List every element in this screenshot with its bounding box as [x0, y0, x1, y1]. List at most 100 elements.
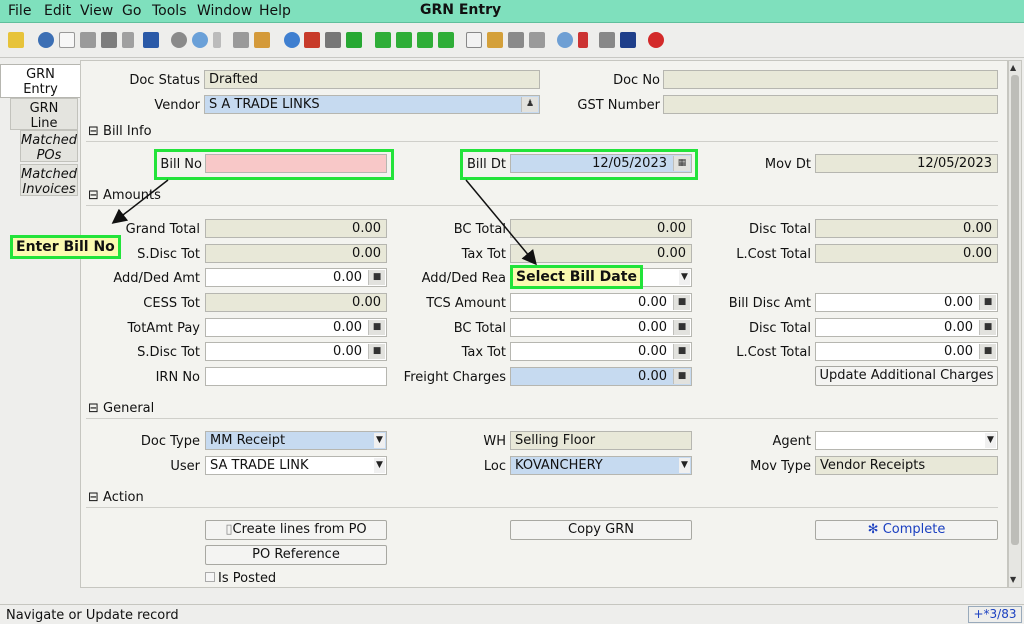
- user-select[interactable]: SA TRADE LINK ▼: [205, 456, 387, 475]
- chevron-down-icon[interactable]: ▼: [374, 458, 385, 473]
- attachment-icon[interactable]: [213, 32, 221, 48]
- calculator-icon[interactable]: ■: [979, 344, 996, 359]
- lcost-total-2-label: L.Cost Total: [736, 345, 811, 360]
- update-additional-charges-button[interactable]: Update Additional Charges: [815, 366, 998, 386]
- grid-toggle-icon[interactable]: [254, 32, 270, 48]
- home-icon[interactable]: [304, 32, 320, 48]
- delete-selection-icon[interactable]: [122, 32, 134, 48]
- calculator-icon[interactable]: ■: [673, 344, 690, 359]
- chevron-down-icon[interactable]: ▼: [679, 270, 690, 285]
- tab-matched-pos[interactable]: Matched POs: [20, 130, 78, 163]
- loc-select[interactable]: KOVANCHERY ▼: [510, 456, 692, 475]
- calculator-icon[interactable]: ■: [368, 320, 385, 335]
- complete-button[interactable]: ✻ Complete: [815, 520, 998, 540]
- freight-charges-input[interactable]: 0.00 ■: [510, 367, 692, 386]
- lcost-total-2-input[interactable]: 0.00 ■: [815, 342, 998, 361]
- user-label: User: [170, 459, 200, 474]
- calculator-icon[interactable]: ■: [979, 295, 996, 310]
- disc-total-2-input[interactable]: 0.00 ■: [815, 318, 998, 337]
- menu-file[interactable]: File: [8, 3, 31, 19]
- menu-tools[interactable]: Tools: [152, 3, 187, 19]
- sdisc-tot-2-input[interactable]: 0.00 ■: [205, 342, 387, 361]
- mov-dt-field: 12/05/2023: [815, 154, 998, 173]
- mov-type-field: Vendor Receipts: [815, 456, 998, 475]
- vendor-field[interactable]: S A TRADE LINKS ♟: [204, 95, 540, 114]
- section-action[interactable]: ⊟ Action: [86, 488, 998, 508]
- product-info-icon[interactable]: [620, 32, 636, 48]
- exit-icon[interactable]: [648, 32, 664, 48]
- calculator-icon[interactable]: ■: [368, 270, 385, 285]
- report-icon[interactable]: [466, 32, 482, 48]
- toolbar: [0, 24, 1024, 58]
- help-icon[interactable]: [38, 32, 54, 48]
- save-icon[interactable]: [143, 32, 159, 48]
- totamt-pay-input[interactable]: 0.00 ■: [205, 318, 387, 337]
- chevron-down-icon[interactable]: ▼: [374, 433, 385, 448]
- delete-icon[interactable]: [101, 32, 117, 48]
- history-icon[interactable]: [284, 32, 300, 48]
- lcost-total-field: 0.00: [815, 244, 998, 263]
- bc-total-label: BC Total: [453, 222, 506, 237]
- copy-grn-button[interactable]: Copy GRN: [510, 520, 692, 540]
- next-record-icon[interactable]: [417, 32, 433, 48]
- section-general[interactable]: ⊟ General: [86, 399, 998, 419]
- add-ded-amt-input[interactable]: 0.00 ■: [205, 268, 387, 287]
- calculator-icon[interactable]: ■: [368, 344, 385, 359]
- doc-no-field: [663, 70, 998, 89]
- menu-go[interactable]: Go: [122, 3, 141, 19]
- last-record-icon[interactable]: [438, 32, 454, 48]
- calculator-icon[interactable]: ■: [673, 369, 690, 384]
- irn-no-input[interactable]: [205, 367, 387, 386]
- menu-edit[interactable]: Edit: [44, 3, 71, 19]
- print-preview-icon[interactable]: [529, 32, 545, 48]
- archive-icon[interactable]: [487, 32, 503, 48]
- bc-total-2-input[interactable]: 0.00 ■: [510, 318, 692, 337]
- calculator-icon[interactable]: ■: [979, 320, 996, 335]
- new-icon[interactable]: [59, 32, 75, 48]
- forward-icon[interactable]: [346, 32, 362, 48]
- bill-disc-amt-input[interactable]: 0.00 ■: [815, 293, 998, 312]
- vendor-lookup-icon[interactable]: ♟: [521, 97, 538, 112]
- refresh-icon[interactable]: [171, 32, 187, 48]
- first-record-icon[interactable]: [375, 32, 391, 48]
- wh-field: Selling Floor: [510, 431, 692, 450]
- tab-grn-entry[interactable]: GRN Entry: [0, 64, 80, 98]
- menu-window[interactable]: Window: [197, 3, 252, 19]
- calculator-icon[interactable]: ■: [673, 295, 690, 310]
- tcs-amount-input[interactable]: 0.00 ■: [510, 293, 692, 312]
- calculator-icon[interactable]: ■: [673, 320, 690, 335]
- section-bill-info[interactable]: ⊟ Bill Info: [86, 122, 998, 142]
- previous-record-icon[interactable]: [396, 32, 412, 48]
- chat-icon[interactable]: [233, 32, 249, 48]
- record-count[interactable]: +*3/83: [968, 606, 1022, 623]
- workflow-icon[interactable]: [578, 32, 588, 48]
- vertical-scrollbar[interactable]: ▲ ▼: [1008, 60, 1022, 588]
- agent-select[interactable]: ▼: [815, 431, 998, 450]
- po-reference-button[interactable]: PO Reference: [205, 545, 387, 565]
- menu-help[interactable]: Help: [259, 3, 291, 19]
- doc-type-select[interactable]: MM Receipt ▼: [205, 431, 387, 450]
- copy-icon[interactable]: [80, 32, 96, 48]
- lcost-total-label: L.Cost Total: [736, 247, 811, 262]
- is-posted-checkbox[interactable]: [205, 572, 215, 582]
- section-amounts[interactable]: ⊟ Amounts: [86, 186, 998, 206]
- tab-matched-invoices[interactable]: Matched Invoices: [20, 164, 78, 197]
- menu-view[interactable]: View: [80, 3, 113, 19]
- scroll-thumb[interactable]: [1011, 75, 1019, 545]
- scroll-up-icon[interactable]: ▲: [1010, 63, 1016, 72]
- chevron-down-icon[interactable]: ▼: [985, 433, 996, 448]
- chevron-down-icon[interactable]: ▼: [679, 458, 690, 473]
- print-icon[interactable]: [508, 32, 524, 48]
- request-icon[interactable]: [599, 32, 615, 48]
- tax-tot-2-input[interactable]: 0.00 ■: [510, 342, 692, 361]
- gst-number-label: GST Number: [577, 98, 660, 113]
- document-icon: ▯: [225, 522, 233, 537]
- scroll-down-icon[interactable]: ▼: [1010, 575, 1016, 584]
- undo-icon[interactable]: [8, 32, 24, 48]
- find-icon[interactable]: [192, 32, 208, 48]
- back-icon[interactable]: [325, 32, 341, 48]
- zoom-across-icon[interactable]: [557, 32, 573, 48]
- doc-type-label: Doc Type: [140, 434, 200, 449]
- tab-grn-line[interactable]: GRN Line: [10, 98, 78, 131]
- create-lines-from-po-button[interactable]: ▯Create lines from PO: [205, 520, 387, 540]
